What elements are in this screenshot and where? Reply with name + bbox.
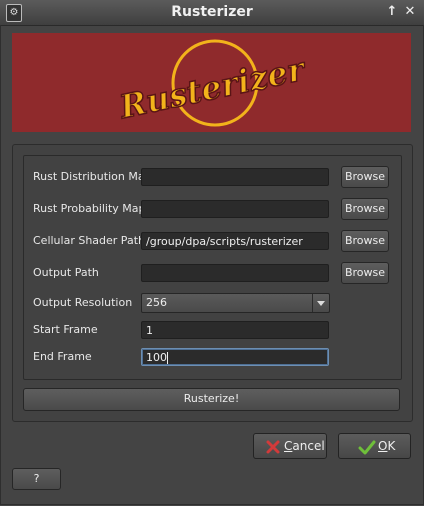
cellular-shader-path-browse-button[interactable]: Browse: [341, 230, 389, 252]
start-frame-label: Start Frame: [33, 323, 98, 336]
rusterizer-logo: Rusterizer: [115, 39, 310, 127]
rust-distribution-map-input[interactable]: [141, 168, 329, 186]
rust-distribution-map-label: Rust Distribution Map: [33, 170, 152, 183]
dropdown-arrow-button[interactable]: [312, 294, 329, 312]
end-frame-input[interactable]: 100: [141, 348, 329, 366]
cellular-shader-path-label: Cellular Shader Path: [33, 234, 145, 247]
window-title: Rusterizer: [171, 4, 253, 20]
close-icon[interactable]: ✕: [402, 4, 418, 20]
ok-button[interactable]: OK: [338, 433, 411, 459]
cancel-label: Cancel: [284, 439, 325, 453]
output-path-browse-button[interactable]: Browse: [341, 262, 389, 284]
logo-banner: Rusterizer: [12, 33, 411, 132]
cancel-button[interactable]: Cancel: [253, 433, 327, 459]
end-frame-value: 100: [146, 351, 167, 364]
cellular-shader-path-input[interactable]: /group/dpa/scripts/rusterizer: [141, 232, 329, 250]
output-resolution-label: Output Resolution: [33, 296, 133, 309]
maximize-icon[interactable]: ↑: [384, 4, 400, 20]
start-frame-input[interactable]: 1: [141, 321, 329, 339]
rust-probability-map-input[interactable]: [141, 200, 329, 218]
ok-check-icon: [358, 440, 376, 455]
logo-text: Rusterizer: [115, 49, 309, 126]
output-resolution-select[interactable]: 256: [141, 293, 330, 313]
rust-probability-map-browse-button[interactable]: Browse: [341, 198, 389, 220]
help-button[interactable]: ?: [12, 468, 61, 490]
text-caret: [167, 352, 168, 364]
rusterize-button[interactable]: Rusterize!: [23, 388, 400, 411]
rust-probability-map-label: Rust Probability Map: [33, 202, 146, 215]
cancel-icon: [266, 440, 280, 454]
output-path-input[interactable]: [141, 264, 329, 282]
title-bar: ⚙ Rusterizer ↑ ✕: [0, 0, 424, 26]
chevron-down-icon: [317, 301, 325, 306]
ok-label: OK: [378, 439, 396, 453]
rust-distribution-map-browse-button[interactable]: Browse: [341, 166, 389, 188]
output-path-label: Output Path: [33, 266, 99, 279]
end-frame-label: End Frame: [33, 350, 92, 363]
output-resolution-value: 256: [146, 296, 167, 309]
